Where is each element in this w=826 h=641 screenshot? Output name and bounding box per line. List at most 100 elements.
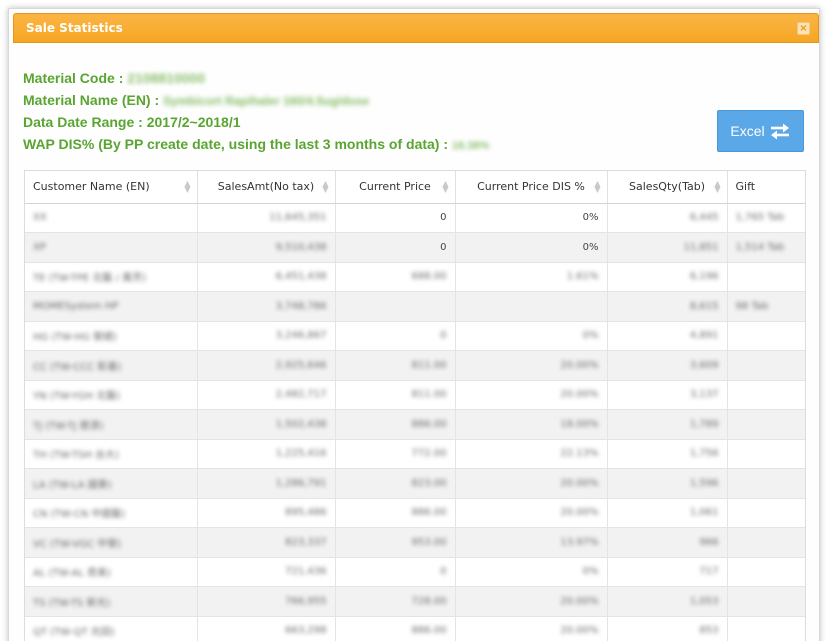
table-cell: 6,196 (607, 262, 728, 292)
sales-table-container[interactable]: Customer Name (EN) ▲ ▼ SalesAmt(No tax) ▲ ▼ … (24, 170, 806, 641)
cell-value: CN (TW-CN 中國醫) (33, 509, 126, 521)
table-row[interactable]: CC (TW-CCC 彰基) 2,925,646 811.00 20.00% 3,609 (25, 350, 805, 381)
column-header-gift[interactable]: Gift (727, 171, 805, 204)
table-row[interactable]: AL (TW-AL 奇美) 721,436 0 0% 717 (25, 557, 805, 587)
cell-value: 811.00 (411, 359, 447, 371)
table-row[interactable]: TH (TW-TSH 台大) 1,225,416 772.00 22.13% 1,756 (25, 439, 805, 469)
table-row[interactable]: TS (TW-TS 新光) 766,955 728.00 20.00% 1,053 (25, 586, 805, 617)
table-cell: 0% (455, 232, 608, 263)
table-row[interactable]: LA (TW-LA 國泰) 1,286,791 823.00 20.00% 1,596 (25, 468, 805, 499)
cell-value: 1,286,791 (275, 477, 327, 489)
table-cell: 886.00 (335, 409, 456, 440)
table-cell: 1,061 (607, 498, 728, 528)
cell-value: TH (TW-TSH 台大) (33, 450, 120, 462)
table-row[interactable]: VC (TW-VGC 中榮) 823,337 953.00 13.97% 966 (25, 527, 805, 558)
cell-value: 966 (699, 536, 719, 548)
cell-value: YN (TW-YGH 北醫) (33, 391, 121, 403)
cell-value: 886.00 (411, 625, 447, 637)
cell-value: 766,955 (285, 595, 327, 607)
cell-value: 11,851 (683, 241, 719, 253)
cell-value: 20.00% (560, 595, 599, 607)
cell-value: 0 (440, 566, 447, 578)
transfer-arrows-icon (769, 122, 791, 140)
cell-value: 1,765 Tab (735, 212, 785, 224)
table-cell: 3,748,786 (197, 291, 336, 322)
dialog-titlebar[interactable]: Sale Statistics × (13, 13, 819, 43)
column-header-current-price[interactable]: Current Price ▲ ▼ (335, 171, 456, 204)
table-cell: 2,925,646 (197, 350, 336, 381)
table-row[interactable]: QT (TW-QT 光田) 663,298 886.00 20.00% 853 (25, 616, 805, 641)
table-cell: 823,337 (197, 527, 336, 558)
cell-value: 2,925,646 (275, 359, 327, 371)
cell-value: 3,246,867 (275, 330, 327, 342)
cell-value: 20.00% (560, 477, 599, 489)
cell-value: 1,596 (689, 477, 719, 489)
table-cell: 20.00% (455, 616, 608, 641)
sales-table: Customer Name (EN) ▲ ▼ SalesAmt(No tax) ▲ ▼ … (25, 171, 805, 641)
table-cell: 3,609 (607, 350, 728, 381)
table-row[interactable]: HG (TW-HG 榮總) 3,246,867 0 0% 4,891 (25, 321, 805, 351)
excel-button-label: Excel (730, 123, 765, 139)
table-cell: 0 (335, 203, 456, 233)
sort-icon: ▲ ▼ (594, 179, 601, 194)
table-cell: 1,789 (607, 409, 728, 440)
wap-value: 18.38% (451, 140, 490, 152)
cell-value: XX (33, 212, 47, 224)
table-cell: TE (TW-TPE 北醫 / 萬芳) (25, 262, 198, 292)
table-cell (727, 409, 805, 440)
table-cell: HG (TW-HG 榮總) (25, 321, 198, 351)
table-cell: 0 (335, 232, 456, 263)
table-cell (727, 586, 805, 617)
table-row[interactable]: TE (TW-TPE 北醫 / 萬芳) 6,451,438 688.00 1.61% 6… (25, 262, 805, 292)
table-row[interactable]: MOMESystem HP 3,748,786 8,615 98 Tab (25, 291, 805, 322)
column-header-price-dis[interactable]: Current Price DIS % ▲ ▼ (455, 171, 608, 204)
table-cell: 895,486 (197, 498, 336, 528)
table-row[interactable]: XP 9,510,438 0 0% 11,851 1,514 Tab (25, 232, 805, 263)
excel-export-button[interactable]: Excel (717, 110, 804, 152)
sort-icon: ▲ ▼ (184, 179, 191, 194)
cell-value: AL (TW-AL 奇美) (33, 568, 111, 580)
column-header-salesqty[interactable]: SalesQty(Tab) ▲ ▼ (607, 171, 728, 204)
table-cell (727, 498, 805, 528)
cell-value: 8,615 (689, 300, 719, 312)
cell-value: MOMESystem HP (33, 300, 119, 312)
table-cell: 0 (335, 557, 456, 587)
table-cell: 1,286,791 (197, 468, 336, 499)
cell-value: CC (TW-CCC 彰基) (33, 361, 122, 373)
table-row[interactable]: CN (TW-CN 中國醫) 895,486 886.00 20.00% 1,061 (25, 498, 805, 528)
table-cell: 18.00% (455, 409, 608, 440)
table-cell: 11,645,351 (197, 203, 336, 233)
table-cell: 953.00 (335, 527, 456, 558)
table-cell: 6,445 (607, 203, 728, 233)
column-header-customer[interactable]: Customer Name (EN) ▲ ▼ (25, 171, 198, 204)
cell-value: QT (TW-QT 光田) (33, 627, 115, 639)
table-cell: 1,053 (607, 586, 728, 617)
cell-value: 1,053 (689, 595, 719, 607)
table-cell: QT (TW-QT 光田) (25, 616, 198, 641)
table-cell (727, 527, 805, 558)
cell-value: 0 (440, 330, 447, 342)
cell-value: 823,337 (285, 536, 327, 548)
table-cell: 3,137 (607, 380, 728, 410)
cell-value: 98 Tab (735, 300, 769, 312)
table-cell: 11,851 (607, 232, 728, 263)
table-row[interactable]: XX 11,645,351 0 0% 6,445 1,765 Tab (25, 203, 805, 233)
cell-value: 953.00 (411, 536, 447, 548)
material-code-value: 2108810000 (127, 70, 206, 86)
cell-value: 688.00 (411, 271, 447, 283)
cell-value: 1,502,438 (275, 418, 327, 430)
table-cell (727, 321, 805, 351)
cell-value: 6,445 (689, 212, 719, 224)
table-row[interactable]: YN (TW-YGH 北醫) 2,482,717 811.00 20.00% 3,137 (25, 380, 805, 410)
table-cell: 688.00 (335, 262, 456, 292)
table-cell: 0% (455, 321, 608, 351)
cell-value: XP (33, 241, 46, 253)
table-row[interactable]: TJ (TW-TJ 慈濟) 1,502,438 886.00 18.00% 1,789 (25, 409, 805, 440)
cell-value: 0% (582, 241, 599, 253)
column-header-salesamt[interactable]: SalesAmt(No tax) ▲ ▼ (197, 171, 336, 204)
cell-value: 20.00% (560, 625, 599, 637)
table-cell: MOMESystem HP (25, 291, 198, 322)
table-cell: 20.00% (455, 350, 608, 381)
table-cell: 20.00% (455, 586, 608, 617)
close-icon[interactable]: × (797, 22, 810, 35)
